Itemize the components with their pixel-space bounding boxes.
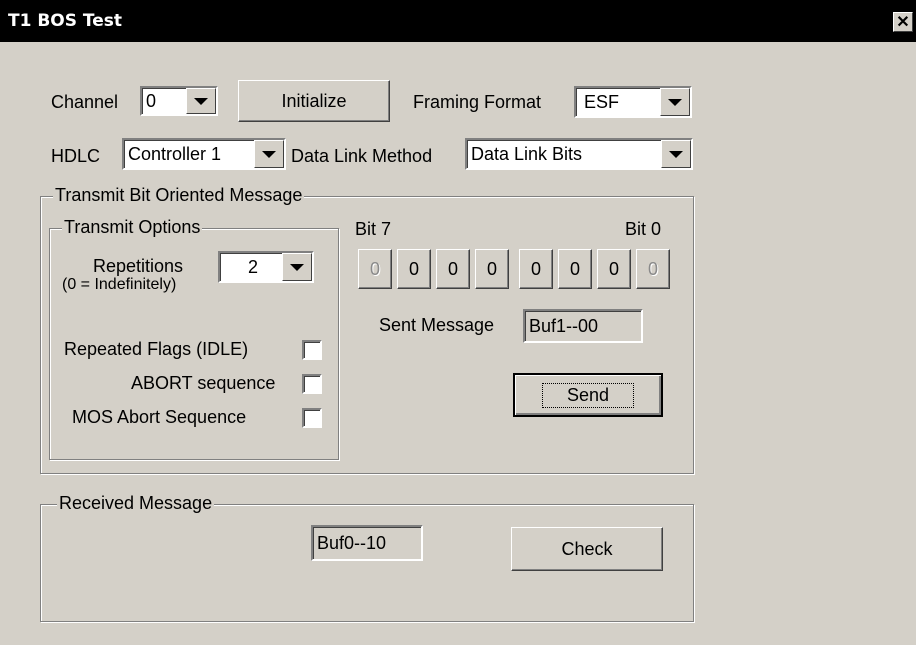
hdlc-select[interactable]: Controller 1 xyxy=(122,138,286,170)
mos-abort-sequence-label: MOS Abort Sequence xyxy=(72,407,247,427)
send-button[interactable]: Send xyxy=(513,373,663,417)
repetitions-label: Repetitions xyxy=(93,256,184,276)
bos-test-window: T1 BOS Test ✕ Channel 0 Initialize Frami… xyxy=(0,0,916,645)
bit-7-value: 0 xyxy=(369,258,380,279)
bit-3-button[interactable]: 0 xyxy=(519,249,553,289)
hdlc-label: HDLC xyxy=(51,146,101,166)
bit-2-button[interactable]: 0 xyxy=(558,249,592,289)
repetitions-select[interactable]: 2 xyxy=(218,251,314,283)
bit-5-button[interactable]: 0 xyxy=(436,249,470,289)
transmit-bom-group: Transmit Bit Oriented Message Transmit O… xyxy=(40,185,694,474)
repetitions-note: (0 = Indefinitely) xyxy=(62,276,177,293)
bit-3-value: 0 xyxy=(530,258,541,279)
received-message-group-title: Received Message xyxy=(57,493,215,514)
title-bar: T1 BOS Test ✕ xyxy=(0,0,916,42)
window-title: T1 BOS Test xyxy=(8,11,123,31)
bit-4-value: 0 xyxy=(486,258,497,279)
chevron-down-icon[interactable] xyxy=(254,140,284,168)
chevron-down-icon[interactable] xyxy=(186,88,216,114)
repeated-flags-checkbox[interactable] xyxy=(302,340,322,360)
bit0-label: Bit 0 xyxy=(625,219,662,239)
chevron-down-icon[interactable] xyxy=(282,253,312,281)
repetitions-value: 2 xyxy=(248,257,259,277)
framing-format-label: Framing Format xyxy=(413,92,542,112)
initialize-button[interactable]: Initialize xyxy=(238,80,390,122)
chevron-down-icon[interactable] xyxy=(661,140,691,168)
bit-1-button[interactable]: 0 xyxy=(597,249,631,289)
close-button[interactable]: ✕ xyxy=(893,12,913,32)
check-button[interactable]: Check xyxy=(511,527,663,571)
mos-abort-sequence-checkbox[interactable] xyxy=(302,408,322,428)
bit-0-button[interactable]: 0 xyxy=(636,249,670,289)
sent-message-field: Buf1--00 xyxy=(523,309,643,343)
received-message-group: Received Message Buf0--10 Check xyxy=(40,493,694,622)
abort-sequence-label: ABORT sequence xyxy=(131,373,276,393)
transmit-options-group: Transmit Options Repetitions (0 = Indefi… xyxy=(49,217,339,460)
bit-7-button[interactable]: 0 xyxy=(358,249,392,289)
initialize-label: Initialize xyxy=(281,90,347,111)
bit-1-value: 0 xyxy=(608,258,619,279)
bit-5-value: 0 xyxy=(447,258,458,279)
bit-6-value: 0 xyxy=(408,258,419,279)
bit-0-value: 0 xyxy=(647,258,658,279)
transmit-options-group-title: Transmit Options xyxy=(62,217,203,238)
hdlc-value: Controller 1 xyxy=(128,144,222,164)
bit-6-button[interactable]: 0 xyxy=(397,249,431,289)
received-message-field: Buf0--10 xyxy=(311,525,423,561)
bit-4-button[interactable]: 0 xyxy=(475,249,509,289)
data-link-method-select[interactable]: Data Link Bits xyxy=(465,138,693,170)
bit7-label: Bit 7 xyxy=(355,219,392,239)
data-link-method-label: Data Link Method xyxy=(291,146,433,166)
channel-value: 0 xyxy=(146,91,157,111)
repeated-flags-label: Repeated Flags (IDLE) xyxy=(64,339,249,359)
check-label: Check xyxy=(561,538,613,559)
sent-message-label: Sent Message xyxy=(379,315,495,335)
framing-format-select[interactable]: ESF xyxy=(574,86,692,118)
abort-sequence-checkbox[interactable] xyxy=(302,374,322,394)
bit-2-value: 0 xyxy=(569,258,580,279)
channel-select[interactable]: 0 xyxy=(140,86,218,116)
sent-message-value: Buf1--00 xyxy=(529,316,599,336)
framing-format-value: ESF xyxy=(584,92,620,112)
channel-label: Channel xyxy=(51,92,119,112)
chevron-down-icon[interactable] xyxy=(660,88,690,116)
send-label: Send xyxy=(541,382,635,408)
received-message-value: Buf0--10 xyxy=(317,533,387,553)
dialog-client-area: Channel 0 Initialize Framing Format ESF … xyxy=(0,42,916,645)
transmit-bom-group-title: Transmit Bit Oriented Message xyxy=(53,185,305,206)
data-link-method-value: Data Link Bits xyxy=(471,144,583,164)
